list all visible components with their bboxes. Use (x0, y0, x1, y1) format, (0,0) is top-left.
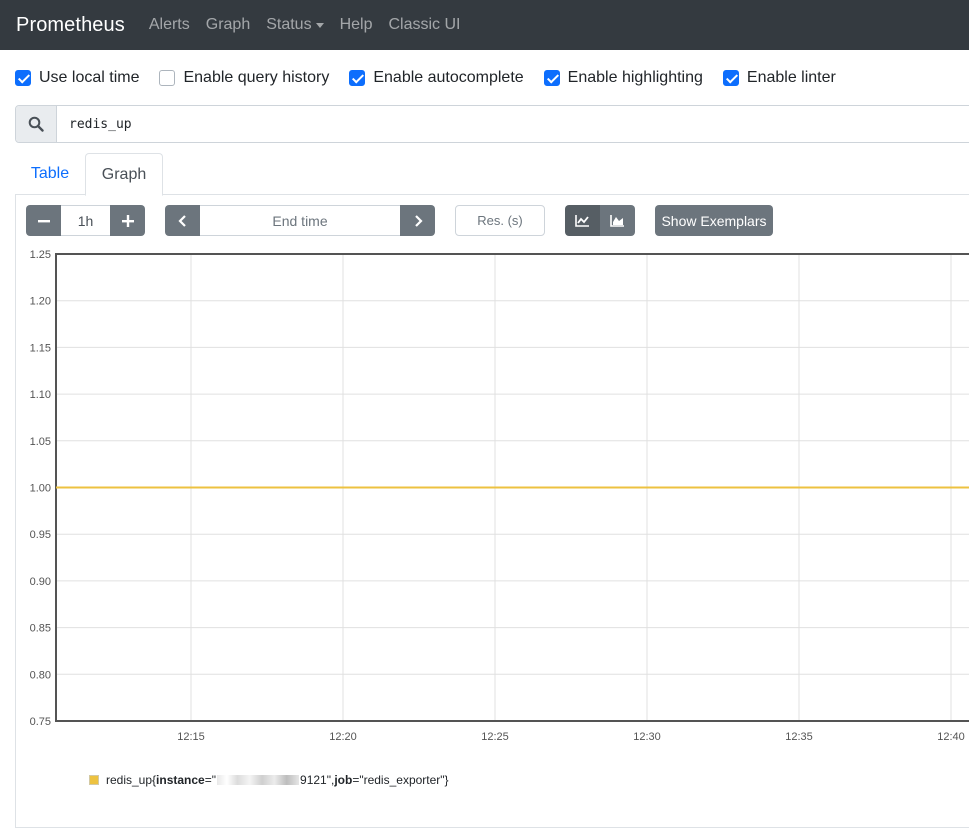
y-tick-label: 1.00 (30, 483, 51, 495)
end-time-input[interactable]: End time (200, 205, 400, 236)
y-tick-label: 0.90 (30, 576, 51, 588)
decrease-range-button[interactable] (26, 205, 61, 236)
y-tick-label: 1.05 (30, 436, 51, 448)
y-tick-label: 1.20 (30, 296, 51, 308)
series-swatch (89, 775, 99, 785)
next-time-button[interactable] (400, 205, 435, 236)
chevron-left-icon (177, 214, 186, 227)
x-tick-label: 12:35 (785, 731, 813, 743)
legend-instance-key: instance (156, 773, 205, 787)
end-time-control: End time (165, 205, 435, 236)
tab-graph[interactable]: Graph (85, 153, 163, 196)
query-options: Use local time Enable query history Enab… (15, 66, 856, 90)
tab-table[interactable]: Table (15, 153, 85, 195)
nav-alerts[interactable]: Alerts (149, 16, 190, 34)
legend-job-value: ="redis_exporter"} (352, 773, 449, 787)
nav-status-label: Status (266, 16, 312, 33)
resolution-input[interactable]: Res. (s) (455, 205, 545, 236)
legend-metric: redis_up (106, 773, 153, 787)
option-enable-linter[interactable]: Enable linter (722, 69, 836, 87)
y-tick-label: 0.80 (30, 669, 51, 681)
option-label: Use local time (39, 69, 140, 86)
legend-instance-eq: =" (204, 773, 217, 787)
nav-graph[interactable]: Graph (206, 16, 250, 34)
unstacked-line-button[interactable] (565, 205, 600, 236)
range-control: 1h (26, 205, 145, 236)
option-label: Enable autocomplete (373, 69, 524, 86)
x-tick-label: 12:40 (937, 731, 965, 743)
range-input[interactable]: 1h (61, 205, 110, 236)
x-tick-label: 12:20 (329, 731, 357, 743)
area-chart-icon (610, 214, 624, 227)
checkbox-use-local-time[interactable] (15, 70, 31, 86)
y-tick-label: 0.75 (30, 716, 51, 728)
option-enable-query-history[interactable]: Enable query history (159, 69, 329, 87)
stacked-area-button[interactable] (600, 205, 635, 236)
nav-status[interactable]: Status (266, 16, 324, 34)
line-chart-icon (575, 214, 589, 227)
graph-chart[interactable]: 1.25 1.20 1.15 1.10 1.05 1.00 0.95 0.90 0.85 0.80… (0, 245, 969, 750)
x-tick-label: 12:15 (177, 731, 205, 743)
option-enable-highlighting[interactable]: Enable highlighting (543, 69, 703, 87)
checkbox-enable-highlighting[interactable] (543, 70, 560, 86)
caret-down-icon (315, 22, 324, 28)
expression-input[interactable] (57, 106, 969, 142)
legend-job-key: job (334, 773, 353, 787)
view-tabs: Table Graph (15, 153, 969, 196)
legend-instance-suffix: 9121", (300, 773, 335, 787)
y-tick-label: 0.85 (30, 623, 51, 635)
option-label: Enable linter (746, 69, 836, 86)
previous-time-button[interactable] (165, 205, 200, 236)
option-enable-autocomplete[interactable]: Enable autocomplete (349, 69, 524, 87)
option-label: Enable highlighting (567, 69, 703, 86)
checkbox-enable-query-history[interactable] (159, 70, 176, 86)
plus-icon (121, 214, 134, 227)
brand-logo[interactable]: Prometheus (16, 14, 125, 37)
increase-range-button[interactable] (110, 205, 145, 236)
search-icon (16, 106, 57, 142)
checkbox-enable-autocomplete[interactable] (349, 70, 366, 86)
checkbox-enable-linter[interactable] (722, 70, 739, 86)
redacted-instance (217, 775, 300, 785)
y-tick-label: 0.95 (30, 529, 51, 541)
chevron-right-icon (414, 214, 423, 227)
nav-classic-ui[interactable]: Classic UI (388, 16, 460, 34)
expression-bar (15, 105, 969, 143)
y-tick-label: 1.15 (30, 342, 51, 354)
y-tick-label: 1.10 (30, 389, 51, 401)
show-exemplars-button[interactable]: Show Exemplars (655, 205, 773, 236)
minus-icon (37, 219, 50, 222)
chart-type-toggle (565, 205, 635, 236)
option-use-local-time[interactable]: Use local time (15, 69, 139, 87)
x-tick-label: 12:30 (633, 731, 661, 743)
x-tick-label: 12:25 (481, 731, 509, 743)
y-tick-label: 1.25 (30, 249, 51, 261)
option-label: Enable query history (183, 69, 330, 86)
legend-item[interactable]: redis_up{instance =" 9121", job ="redis_exp… (89, 773, 449, 787)
navbar: Prometheus Alerts Graph Status Help Clas… (0, 0, 969, 50)
nav-help[interactable]: Help (340, 16, 373, 34)
